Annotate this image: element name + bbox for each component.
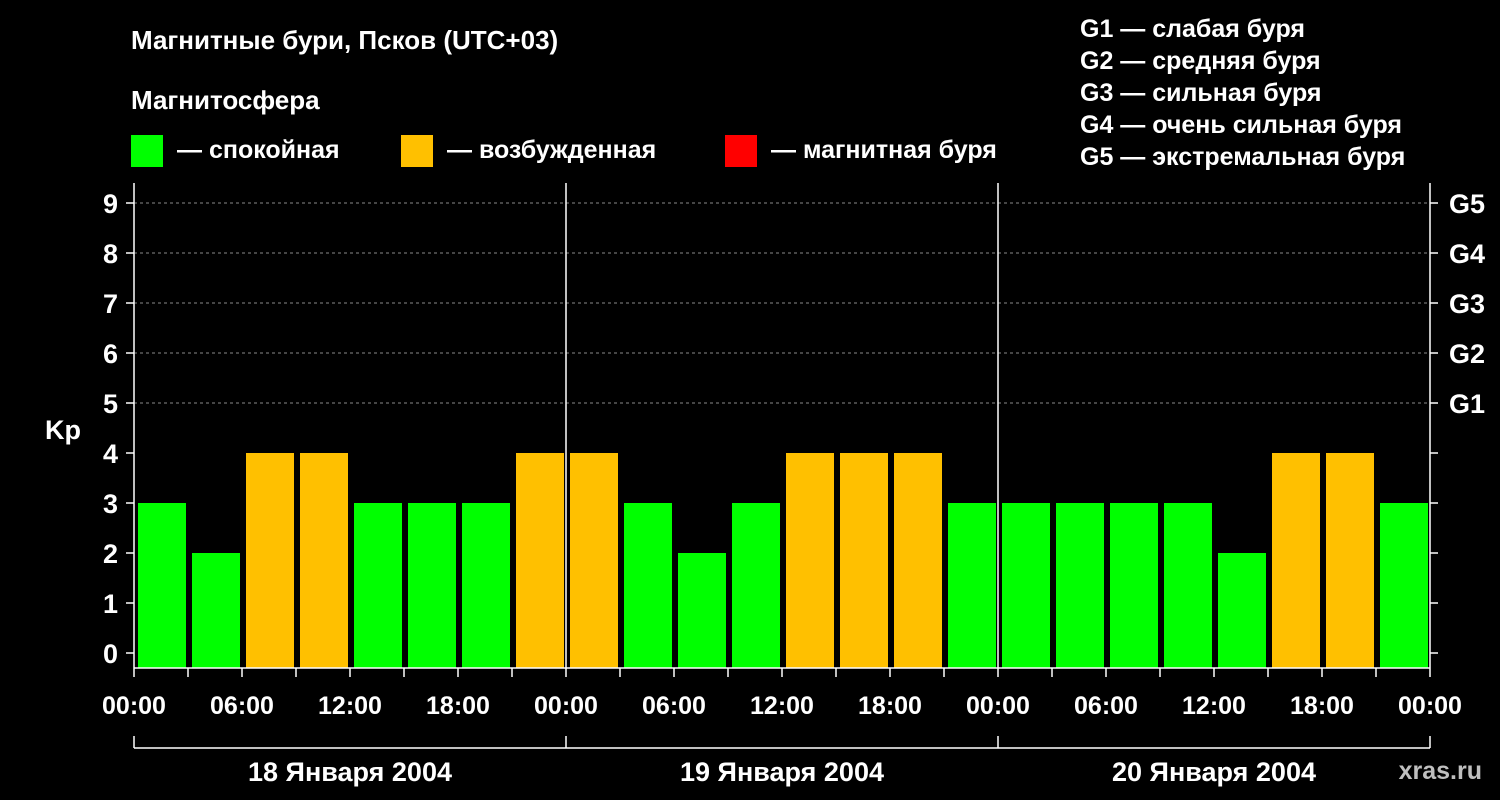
bar-13: [840, 453, 888, 668]
y-tick-label-9: 9: [103, 189, 118, 219]
x-tick-label-11: 18:00: [1290, 692, 1354, 720]
bar-3: [300, 453, 348, 668]
bars: [138, 453, 1428, 668]
x-tick-label-1: 06:00: [210, 692, 274, 720]
kp-chart: Магнитные бури, Псков (UTC+03) Магнитосф…: [45, 15, 1485, 787]
bar-0: [138, 503, 186, 668]
bar-6: [462, 503, 510, 668]
gridlines: [134, 202, 1430, 404]
x-tick-label-8: 00:00: [966, 692, 1030, 720]
right-axis-label-g2: G2: [1449, 339, 1485, 369]
x-tick-label-5: 06:00: [642, 692, 706, 720]
legend-label-quiet: — спокойная: [177, 136, 340, 164]
y-tick-label-5: 5: [103, 389, 118, 419]
x-tick-label-4: 00:00: [534, 692, 598, 720]
y-tick-label-0: 0: [103, 639, 118, 669]
bar-1: [192, 553, 240, 668]
bar-23: [1380, 503, 1428, 668]
y-tick-label-6: 6: [103, 339, 118, 369]
y-tick-label-7: 7: [103, 289, 118, 319]
y-tick-label-3: 3: [103, 489, 118, 519]
bar-18: [1110, 503, 1158, 668]
watermark: xras.ru: [1399, 757, 1482, 785]
storm-level-g1: G1 — слабая буря: [1080, 15, 1305, 43]
legend-label-storm: — магнитная буря: [771, 136, 997, 164]
chart-title: Магнитные бури, Псков (UTC+03): [131, 25, 558, 55]
bar-10: [678, 553, 726, 668]
right-axis-label-g4: G4: [1449, 239, 1485, 269]
y-tick-label-1: 1: [103, 589, 118, 619]
day-label-1: 19 Января 2004: [680, 757, 884, 787]
x-tick-label-2: 12:00: [318, 692, 382, 720]
x-tick-label-6: 12:00: [750, 692, 814, 720]
right-axis-label-g3: G3: [1449, 289, 1485, 319]
legend-label-active: — возбужденная: [447, 136, 656, 164]
bar-14: [894, 453, 942, 668]
day-label-0: 18 Января 2004: [248, 757, 452, 787]
storm-level-g3: G3 — сильная буря: [1080, 79, 1322, 107]
x-tick-label-10: 12:00: [1182, 692, 1246, 720]
storm-level-g2: G2 — средняя буря: [1080, 47, 1321, 75]
bar-11: [732, 503, 780, 668]
bar-19: [1164, 503, 1212, 668]
y-axis-label: Kp: [45, 415, 81, 445]
legend-swatch-storm: [725, 135, 757, 167]
bar-15: [948, 503, 996, 668]
storm-level-g5: G5 — экстремальная буря: [1080, 143, 1405, 171]
y-tick-label-4: 4: [103, 439, 118, 469]
legend-swatch-quiet: [131, 135, 163, 167]
x-tick-label-0: 00:00: [102, 692, 166, 720]
bar-4: [354, 503, 402, 668]
x-tick-label-3: 18:00: [426, 692, 490, 720]
day-label-2: 20 Января 2004: [1112, 757, 1316, 787]
storm-level-g4: G4 — очень сильная буря: [1080, 111, 1402, 139]
bar-17: [1056, 503, 1104, 668]
y-tick-label-8: 8: [103, 239, 118, 269]
bar-7: [516, 453, 564, 668]
bar-8: [570, 453, 618, 668]
bar-9: [624, 503, 672, 668]
legend-swatch-active: [401, 135, 433, 167]
x-tick-label-12: 00:00: [1398, 692, 1462, 720]
bar-5: [408, 503, 456, 668]
x-tick-label-7: 18:00: [858, 692, 922, 720]
y-tick-label-2: 2: [103, 539, 118, 569]
bar-2: [246, 453, 294, 668]
bar-20: [1218, 553, 1266, 668]
bar-16: [1002, 503, 1050, 668]
bar-22: [1326, 453, 1374, 668]
bar-12: [786, 453, 834, 668]
right-axis-label-g5: G5: [1449, 189, 1485, 219]
right-axis-label-g1: G1: [1449, 389, 1485, 419]
magnetosphere-label: Магнитосфера: [131, 85, 320, 115]
bar-21: [1272, 453, 1320, 668]
x-tick-label-9: 06:00: [1074, 692, 1138, 720]
